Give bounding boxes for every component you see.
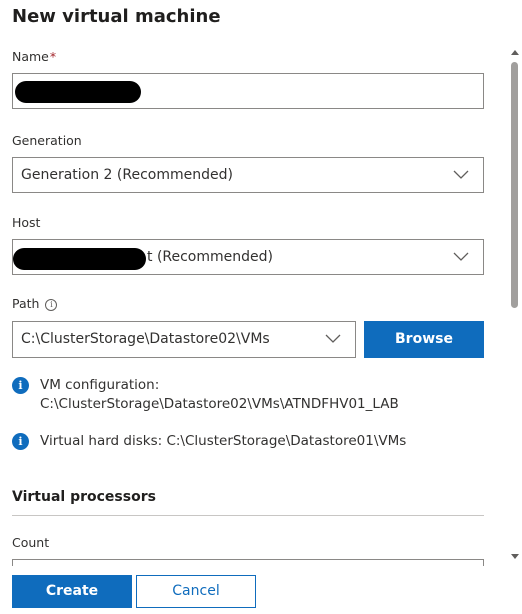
name-label: Name* <box>12 49 57 64</box>
virtual-processors-heading: Virtual processors <box>12 489 156 505</box>
browse-button[interactable]: Browse <box>364 321 484 358</box>
chevron-down-icon <box>325 334 341 343</box>
chevron-down-icon <box>453 170 469 179</box>
vm-config-line1: VM configuration: <box>40 377 160 393</box>
generation-label: Generation <box>12 133 82 148</box>
scroll-up-arrow-icon[interactable] <box>511 50 519 55</box>
count-label: Count <box>12 535 50 550</box>
section-divider <box>12 515 484 516</box>
create-button[interactable]: Create <box>12 575 132 608</box>
chevron-down-icon <box>453 252 469 261</box>
path-label: Path i <box>12 296 58 311</box>
info-icon: i <box>12 433 29 450</box>
redacted-host-value <box>13 248 146 270</box>
scroll-down-arrow-icon[interactable] <box>511 554 519 559</box>
dialog-title: New virtual machine <box>12 6 221 27</box>
path-selected-value: C:\ClusterStorage\Datastore02\VMs <box>21 331 270 347</box>
cancel-button[interactable]: Cancel <box>136 575 256 608</box>
host-dropdown[interactable]: t (Recommended) <box>12 239 484 275</box>
required-marker: * <box>49 49 57 64</box>
info-circle-icon[interactable]: i <box>45 298 58 311</box>
vm-config-line2: C:\ClusterStorage\Datastore02\VMs\ATNDFH… <box>40 396 399 412</box>
generation-selected-value: Generation 2 (Recommended) <box>21 167 233 183</box>
scrollbar[interactable] <box>508 48 522 566</box>
redacted-name-value <box>15 81 141 103</box>
info-icon: i <box>12 377 29 394</box>
generation-dropdown[interactable]: Generation 2 (Recommended) <box>12 157 484 193</box>
host-label: Host <box>12 215 41 230</box>
path-dropdown[interactable]: C:\ClusterStorage\Datastore02\VMs <box>12 321 356 358</box>
name-input[interactable] <box>12 73 484 109</box>
dialog-footer: Create Cancel <box>0 566 522 614</box>
scrollbar-thumb[interactable] <box>511 62 518 308</box>
host-selected-suffix: t (Recommended) <box>147 249 273 265</box>
vhd-line1: Virtual hard disks: C:\ClusterStorage\Da… <box>40 433 407 449</box>
